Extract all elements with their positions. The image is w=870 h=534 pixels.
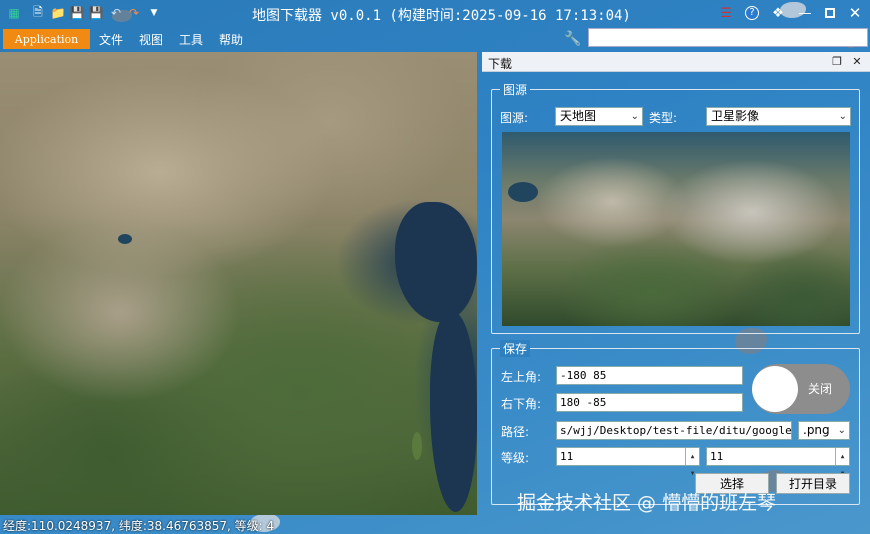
restore-icon[interactable]: ❐ bbox=[830, 54, 844, 68]
panel-close-icon[interactable]: ✕ bbox=[850, 54, 864, 68]
menu-help[interactable]: 帮助 bbox=[219, 31, 243, 48]
chevron-down-icon: ⌄ bbox=[837, 425, 846, 436]
sea-area bbox=[430, 312, 477, 512]
menu-file[interactable]: 文件 bbox=[99, 31, 123, 48]
map-preview bbox=[502, 132, 850, 326]
type-select[interactable]: 卫星影像 ⌄ bbox=[706, 107, 851, 126]
panel-header: 下载 ❐ ✕ bbox=[482, 52, 870, 72]
panel-title: 下载 bbox=[488, 57, 513, 71]
bottom-right-label: 右下角: bbox=[501, 397, 542, 411]
window-title: 地图下载器 v0.0.1 (构建时间:2025-09-16 17:13:04) bbox=[252, 8, 631, 24]
chevron-down-icon: ⌄ bbox=[630, 111, 639, 122]
lake-area bbox=[118, 234, 132, 244]
type-label: 类型: bbox=[649, 111, 678, 125]
top-left-input[interactable]: -180 85 bbox=[556, 366, 743, 385]
status-bar: 经度:110.0248937, 纬度:38.46763857, 等级: 4 bbox=[0, 515, 870, 534]
search-input[interactable] bbox=[588, 28, 868, 47]
save-icon[interactable]: 💾 bbox=[69, 5, 85, 21]
download-panel: 下载 ❐ ✕ 图源 图源: 天地图 ⌄ 类型: 卫星影像 ⌄ 保存 左上角: -… bbox=[482, 52, 870, 515]
close-toggle[interactable]: 关闭 bbox=[752, 364, 850, 414]
open-directory-button[interactable]: 打开目录 bbox=[776, 473, 850, 494]
status-coordinates: 经度:110.0248937, 纬度:38.46763857, 等级: 4 bbox=[3, 519, 275, 533]
path-input[interactable]: s/wjj/Desktop/test-file/ditu/googlemap bbox=[556, 421, 792, 440]
source-group-legend: 图源 bbox=[500, 81, 531, 98]
close-icon[interactable]: ✕ bbox=[846, 4, 864, 22]
toggle-label: 关闭 bbox=[808, 382, 833, 396]
spin-up-icon[interactable]: ▲ bbox=[686, 448, 699, 465]
path-label: 路径: bbox=[501, 425, 530, 439]
chevron-down-icon: ⌄ bbox=[838, 111, 847, 122]
source-select-value: 天地图 bbox=[560, 109, 597, 123]
save-as-icon[interactable]: 💾 bbox=[88, 5, 104, 21]
level-label: 等级: bbox=[501, 451, 530, 465]
save-group-legend: 保存 bbox=[500, 340, 531, 357]
app-icon: ▦ bbox=[8, 6, 20, 20]
level-from-spinner[interactable]: 11 ▲ ▼ bbox=[556, 447, 700, 477]
tools-icon[interactable]: 🔧 bbox=[564, 30, 582, 48]
application-button[interactable]: Application bbox=[3, 29, 90, 49]
sea-area bbox=[395, 202, 477, 322]
level-from-value: 11 bbox=[560, 450, 574, 463]
app-window: ▦ 🗎 📁 💾 💾 ↶ ↷ ▼ 地图下载器 v0.0.1 (构建时间:2025-… bbox=[0, 0, 870, 534]
format-select-value: .png bbox=[803, 423, 830, 437]
source-label: 图源: bbox=[500, 111, 529, 125]
source-select[interactable]: 天地图 ⌄ bbox=[555, 107, 643, 126]
undo-icon[interactable]: ↶ bbox=[108, 5, 124, 21]
help-icon[interactable]: ? bbox=[743, 4, 761, 22]
preview-sea bbox=[508, 182, 538, 202]
menu-view[interactable]: 视图 bbox=[139, 31, 163, 48]
map-view[interactable] bbox=[0, 52, 477, 515]
open-folder-icon[interactable]: 📁 bbox=[50, 5, 66, 21]
menu-icon[interactable]: ☰ bbox=[717, 4, 735, 22]
toggle-knob bbox=[752, 366, 798, 412]
menu-tools[interactable]: 工具 bbox=[179, 31, 203, 48]
minimize-icon[interactable]: — bbox=[796, 4, 814, 22]
level-to-value: 11 bbox=[710, 450, 724, 463]
format-select[interactable]: .png ⌄ bbox=[798, 421, 850, 440]
watermark-text: 掘金技术社区 @ 懵懵的班左琴 bbox=[517, 492, 777, 514]
top-left-label: 左上角: bbox=[501, 370, 542, 384]
maximize-icon[interactable] bbox=[821, 4, 839, 22]
redo-icon[interactable]: ↷ bbox=[126, 5, 142, 21]
shirt-icon[interactable]: ❖ bbox=[769, 4, 787, 22]
bottom-right-input[interactable]: 180 -85 bbox=[556, 393, 743, 412]
dropdown-icon[interactable]: ▼ bbox=[146, 5, 162, 21]
title-bar: ▦ 🗎 📁 💾 💾 ↶ ↷ ▼ 地图下载器 v0.0.1 (构建时间:2025-… bbox=[0, 0, 870, 27]
new-file-icon[interactable]: 🗎 bbox=[30, 5, 46, 21]
spin-up-icon[interactable]: ▲ bbox=[836, 448, 849, 465]
lake-area bbox=[412, 432, 422, 460]
type-select-value: 卫星影像 bbox=[711, 109, 760, 123]
level-to-spinner[interactable]: 11 ▲▼ bbox=[706, 447, 850, 477]
